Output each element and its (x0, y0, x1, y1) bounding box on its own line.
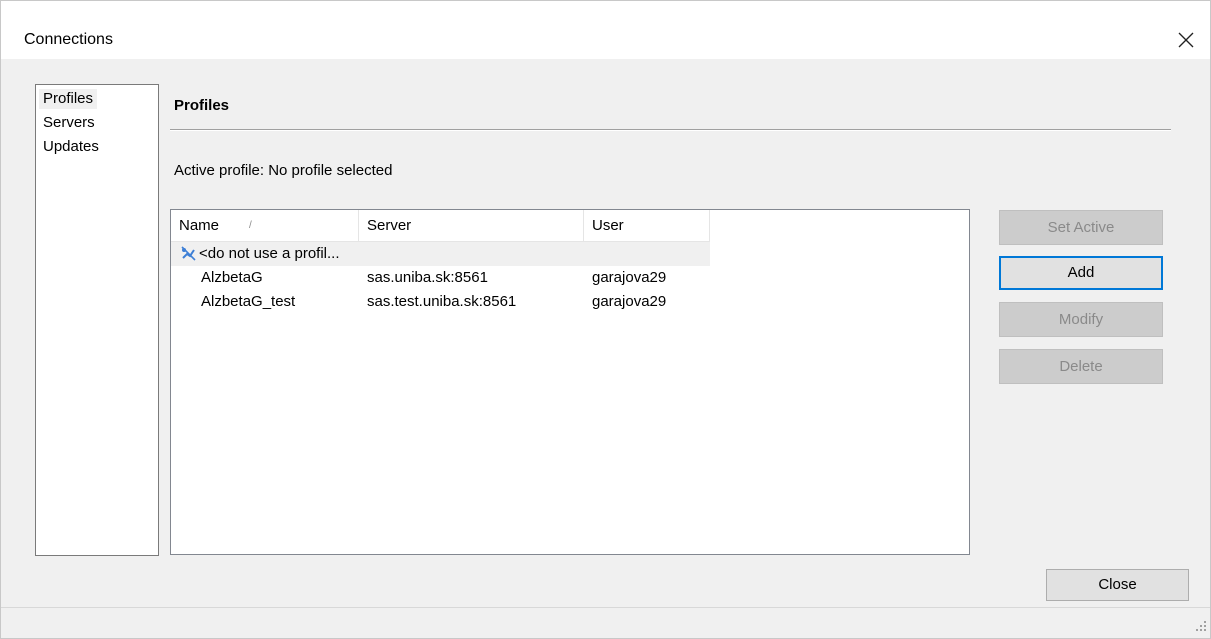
close-icon[interactable] (1175, 29, 1197, 51)
category-list: Profiles Servers Updates (35, 84, 159, 556)
cell-user: garajova29 (592, 293, 667, 310)
profiles-list[interactable]: Name / Server User <do not use a profil.… (170, 209, 970, 555)
cell-name: <do not use a profil... (199, 245, 340, 262)
connections-dialog: Connections Profiles Servers Updates Pro… (0, 0, 1211, 639)
cell-name: AlzbetaG_test (201, 293, 296, 310)
column-header-label: Server (367, 217, 412, 234)
nav-item-profiles[interactable]: Profiles (39, 89, 98, 109)
column-header-label: User (592, 217, 624, 234)
cell-server: sas.uniba.sk:8561 (367, 269, 488, 286)
column-header-name[interactable]: Name / (171, 210, 359, 241)
table-row[interactable]: <do not use a profil... (171, 242, 710, 266)
nav-item-servers[interactable]: Servers (39, 113, 99, 133)
section-divider (170, 129, 1171, 131)
nav-item-updates[interactable]: Updates (39, 137, 103, 157)
resize-grip-icon[interactable] (1195, 619, 1207, 631)
delete-button[interactable]: Delete (999, 349, 1163, 384)
cell-name: AlzbetaG (201, 269, 263, 286)
status-bar (1, 607, 1210, 638)
sort-ascending-icon: / (249, 220, 252, 231)
close-button[interactable]: Close (1046, 569, 1189, 601)
set-active-button[interactable]: Set Active (999, 210, 1163, 245)
window-title: Connections (24, 31, 113, 48)
no-profile-icon (181, 246, 196, 261)
column-header-server[interactable]: Server (359, 210, 584, 241)
column-header-user[interactable]: User (584, 210, 710, 241)
table-row[interactable]: AlzbetaG_test sas.test.uniba.sk:8561 gar… (171, 290, 710, 314)
table-row[interactable]: AlzbetaG sas.uniba.sk:8561 garajova29 (171, 266, 710, 290)
add-button[interactable]: Add (999, 256, 1163, 290)
section-title: Profiles (174, 97, 230, 114)
cell-server: sas.test.uniba.sk:8561 (367, 293, 517, 310)
modify-button[interactable]: Modify (999, 302, 1163, 337)
active-profile-label: Active profile: No profile selected (174, 162, 393, 179)
column-header-label: Name (179, 217, 220, 234)
list-header: Name / Server User (171, 210, 710, 242)
title-bar: Connections (1, 1, 1210, 59)
cell-user: garajova29 (592, 269, 667, 286)
